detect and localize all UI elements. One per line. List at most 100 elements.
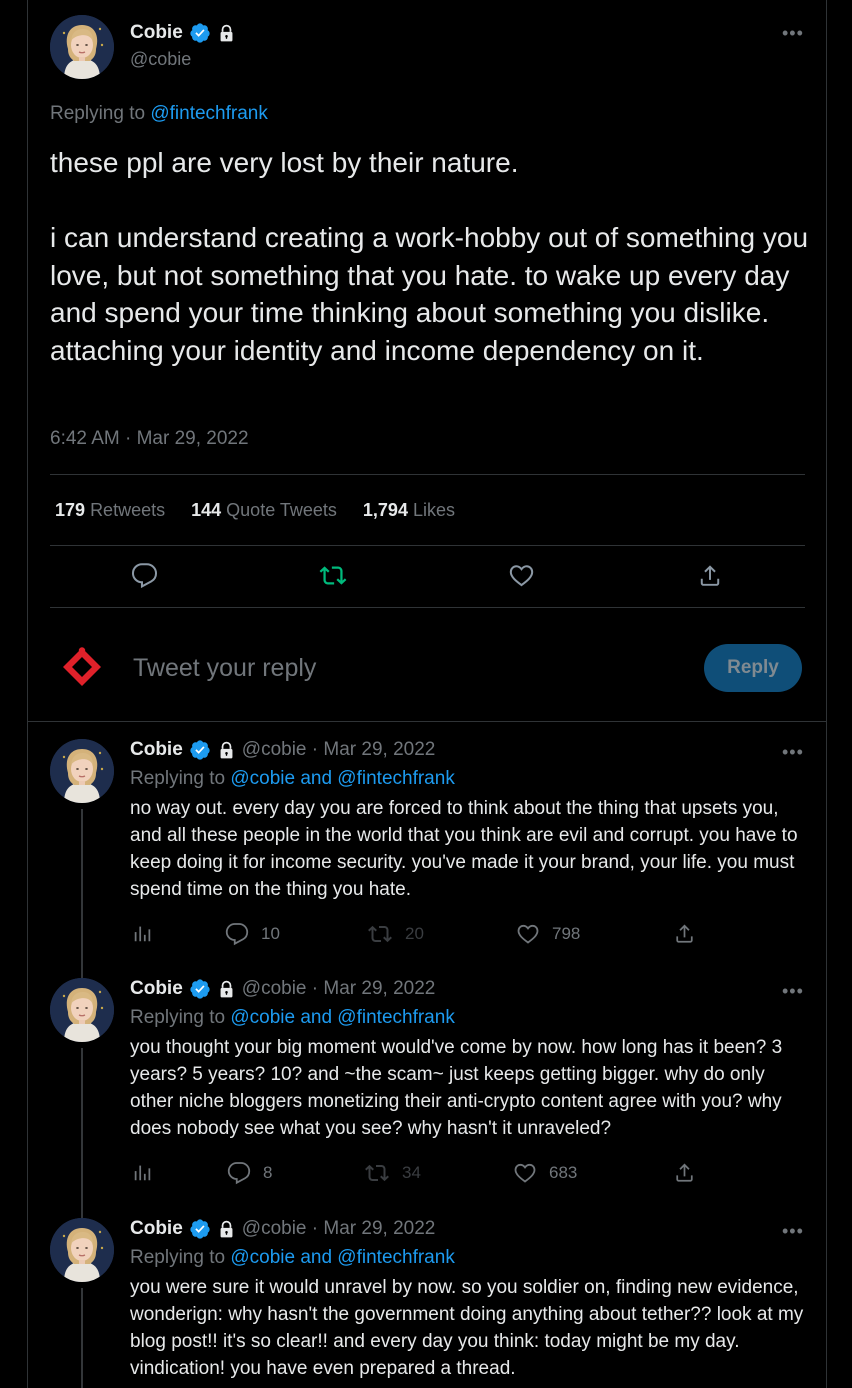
avatar[interactable] — [50, 739, 114, 803]
retweet-icon — [364, 1161, 390, 1185]
replying-to-prefix: Replying to — [50, 103, 146, 124]
share-icon[interactable] — [697, 562, 723, 589]
verified-badge-icon — [189, 739, 211, 761]
likes-count: 1,794 — [362, 500, 408, 520]
like-icon — [513, 1161, 537, 1185]
retweet-icon — [367, 922, 393, 946]
likes-label: Likes — [412, 500, 455, 520]
lock-icon — [217, 1220, 236, 1239]
replying-to-prefix: Replying to — [130, 1007, 226, 1028]
reply-count: 10 — [261, 924, 280, 943]
like-button[interactable]: 798 — [516, 922, 580, 946]
retweet-count: 20 — [405, 924, 424, 943]
handle-and-date[interactable]: @cobie · Mar 29, 2022 — [242, 739, 436, 761]
replying-to-prefix: Replying to — [130, 1247, 226, 1268]
quote-tweets-stat[interactable]: 144 Quote Tweets — [191, 500, 337, 521]
tweet-text: these ppl are very lost by their nature.… — [50, 147, 809, 366]
more-options-icon[interactable]: ••• — [782, 1222, 804, 1240]
replying-to-link[interactable]: @cobie and @fintechfrank — [230, 1247, 454, 1268]
reply-button[interactable]: Reply — [704, 644, 802, 692]
tweet-timestamp[interactable]: 6:42 AM · Mar 29, 2022 — [50, 428, 249, 450]
reply-icon — [227, 1161, 251, 1185]
reply-count: 8 — [263, 1163, 273, 1182]
avatar[interactable] — [50, 1218, 114, 1282]
analytics-icon — [132, 922, 154, 944]
analytics-button[interactable] — [132, 1161, 154, 1183]
divider — [50, 474, 805, 475]
avatar[interactable] — [50, 978, 114, 1042]
like-icon — [516, 922, 540, 946]
replying-to-prefix: Replying to — [130, 768, 226, 789]
like-count: 683 — [549, 1163, 578, 1182]
lock-icon — [217, 980, 236, 999]
like-button[interactable]: 683 — [513, 1161, 577, 1185]
tweet-text: no way out. every day you are forced to … — [130, 798, 798, 900]
thread-line — [81, 809, 83, 981]
likes-stat[interactable]: 1,794 Likes — [363, 500, 455, 521]
replying-to-link[interactable]: @cobie and @fintechfrank — [230, 768, 454, 789]
replying-to: Replying to @cobie and @fintechfrank — [130, 1247, 455, 1269]
share-button[interactable] — [673, 1161, 696, 1184]
divider — [50, 545, 805, 546]
analytics-icon — [132, 1161, 154, 1183]
more-options-icon[interactable]: ••• — [782, 743, 804, 761]
retweet-button[interactable]: 34 — [364, 1161, 421, 1185]
reply-button[interactable]: 8 — [227, 1161, 272, 1185]
replying-to: Replying to @cobie and @fintechfrank — [130, 1007, 455, 1029]
verified-badge-icon — [189, 1218, 211, 1240]
tweet-actions — [0, 562, 852, 592]
author-name[interactable]: Cobie — [130, 1218, 183, 1240]
reply-header: Cobie @cobie · Mar 29, 2022 — [130, 978, 435, 1000]
tweet-stats: 179 Retweets 144 Quote Tweets 1,794 Like… — [55, 500, 455, 521]
like-count: 798 — [552, 924, 581, 943]
verified-badge-icon — [189, 978, 211, 1000]
thread-line — [81, 1048, 83, 1220]
retweet-button[interactable]: 20 — [367, 922, 424, 946]
avatar[interactable] — [50, 15, 114, 79]
author-name-row: Cobie — [130, 22, 236, 44]
reply-input[interactable]: Tweet your reply — [133, 654, 316, 683]
like-icon[interactable] — [508, 562, 535, 589]
retweets-label: Retweets — [90, 500, 166, 520]
reply-icon — [225, 922, 249, 946]
reply-tweet[interactable]: Cobie @cobie · Mar 29, 2022 ••• Replying… — [0, 1218, 852, 1388]
reply-tweet[interactable]: Cobie @cobie · Mar 29, 2022 ••• Replying… — [0, 978, 852, 1220]
divider — [27, 721, 827, 722]
replying-to: Replying to @fintechfrank — [50, 103, 268, 125]
replying-to: Replying to @cobie and @fintechfrank — [130, 768, 455, 790]
thread-line — [81, 1288, 83, 1388]
share-button[interactable] — [673, 922, 696, 945]
retweets-count: 179 — [55, 500, 86, 520]
share-icon — [673, 922, 696, 945]
reply-header: Cobie @cobie · Mar 29, 2022 — [130, 739, 435, 761]
tweet-text: you thought your big moment would've com… — [130, 1037, 783, 1139]
retweets-stat[interactable]: 179 Retweets — [55, 500, 165, 521]
tweet-text: you were sure it would unravel by now. s… — [130, 1277, 804, 1379]
quote-tweets-count: 144 — [191, 500, 222, 520]
share-icon — [673, 1161, 696, 1184]
handle-and-date[interactable]: @cobie · Mar 29, 2022 — [242, 978, 436, 1000]
replying-to-link[interactable]: @cobie and @fintechfrank — [230, 1007, 454, 1028]
divider — [50, 607, 805, 608]
reply-header: Cobie @cobie · Mar 29, 2022 — [130, 1218, 435, 1240]
tweet-actions: 8 34 683 — [0, 1161, 852, 1185]
lock-icon — [217, 24, 236, 43]
author-name[interactable]: Cobie — [130, 739, 183, 761]
user-avatar-logo-icon[interactable] — [60, 645, 104, 689]
reply-icon[interactable] — [131, 562, 158, 589]
more-options-icon[interactable]: ••• — [782, 982, 804, 1000]
analytics-button[interactable] — [132, 922, 154, 944]
reply-button[interactable]: 10 — [225, 922, 280, 946]
author-name[interactable]: Cobie — [130, 22, 183, 44]
replying-to-link[interactable]: @fintechfrank — [150, 103, 268, 124]
verified-badge-icon — [189, 22, 211, 44]
author-handle[interactable]: @cobie — [130, 49, 191, 70]
author-name[interactable]: Cobie — [130, 978, 183, 1000]
reply-tweet[interactable]: Cobie @cobie · Mar 29, 2022 ••• Replying… — [0, 739, 852, 981]
handle-and-date[interactable]: @cobie · Mar 29, 2022 — [242, 1218, 436, 1240]
more-options-icon[interactable]: ••• — [782, 24, 804, 42]
quote-tweets-label: Quote Tweets — [226, 500, 337, 520]
tweet-actions: 10 20 798 — [0, 922, 852, 946]
lock-icon — [217, 741, 236, 760]
retweet-icon[interactable] — [318, 562, 348, 589]
